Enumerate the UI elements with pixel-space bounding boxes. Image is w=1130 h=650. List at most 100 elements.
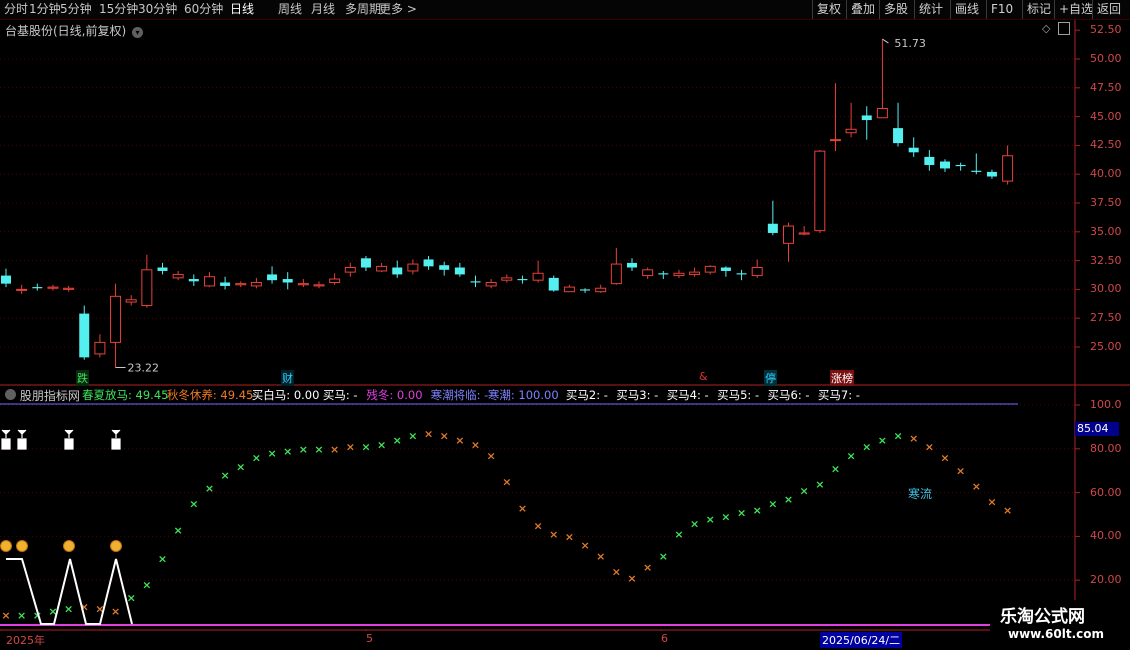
candle-body-up <box>783 225 794 244</box>
indicator-marker: × <box>1003 504 1012 517</box>
candle-body-down <box>157 267 168 271</box>
indicator-marker: × <box>956 465 965 478</box>
candle-body-down <box>79 313 90 358</box>
candle-body-down <box>32 287 43 289</box>
indicator-marker: × <box>674 528 683 541</box>
legend-item-10: 买马5: - <box>717 388 760 402</box>
price-axis-label: 42.50 <box>1090 138 1122 152</box>
candle-body-up <box>610 263 622 285</box>
indicator-marker: × <box>580 539 589 552</box>
legend-item-8: 买马3: - <box>616 388 659 402</box>
candle-body-down <box>282 279 293 283</box>
indicator-marker: × <box>252 452 261 465</box>
indicator-marker: × <box>533 519 542 532</box>
candle-body-up <box>485 281 497 287</box>
money-bag-icon <box>16 540 28 552</box>
price-axis-label: 32.50 <box>1090 253 1122 267</box>
indicator-marker: × <box>612 565 621 578</box>
event-marker-0[interactable]: 跌 <box>76 370 89 386</box>
indicator-marker: × <box>502 476 511 489</box>
site-watermark: 乐淘公式网 www.60lt.com <box>990 600 1130 650</box>
horse-shape <box>64 429 74 450</box>
candle-body-up <box>235 283 247 286</box>
indicator-marker: × <box>549 528 558 541</box>
price-axis-label: 47.50 <box>1090 80 1122 94</box>
price-axis-label: 30.00 <box>1090 282 1122 296</box>
candle-body-down <box>1 275 11 284</box>
date-label-2: 6 <box>661 632 668 645</box>
candle-body-up <box>689 271 701 275</box>
candle-body-up <box>63 287 75 290</box>
candle-body-up <box>845 128 857 134</box>
candle-body-down <box>267 274 278 281</box>
candle-body-up <box>1002 155 1014 182</box>
indicator-marker: × <box>643 561 652 574</box>
indicator-marker: × <box>659 550 668 563</box>
horse-shape <box>111 429 121 450</box>
indicator-marker: × <box>737 506 746 519</box>
indicator-marker: × <box>377 438 386 451</box>
legend-item-7: 买马2: - <box>565 388 608 402</box>
indicator-axis-label: 40.00 <box>1090 529 1122 543</box>
candle-body-up <box>250 281 262 287</box>
high-price-label: 51.73 <box>894 37 926 50</box>
event-marker-2[interactable]: & <box>698 370 709 383</box>
candle-body-down <box>986 171 997 177</box>
chart-canvas: 51.73 23.22 × × × × × × × × × × × × × × × × × × × × × × × × × × × × × ×… <box>0 20 1130 636</box>
indicator-marker: × <box>267 447 276 460</box>
date-axis: 2025年 5 6 2025/06/24/二 <box>0 631 1130 650</box>
indicator-marker: × <box>455 434 464 447</box>
event-marker-4[interactable]: 涨榜 <box>830 370 854 386</box>
candle-body-down <box>548 277 559 291</box>
money-bag-icon <box>110 540 122 552</box>
indicator-menu-icon[interactable] <box>5 389 16 400</box>
price-axis-label: 37.50 <box>1090 196 1122 209</box>
indicator-axis-label: 100.0 <box>1090 398 1122 411</box>
indicator-marker: × <box>815 478 824 491</box>
candle-body-down <box>658 273 669 275</box>
indicator-marker: × <box>283 445 292 458</box>
indicator-marker: × <box>878 434 887 447</box>
indicator-marker: × <box>940 452 949 465</box>
price-axis-label: 52.50 <box>1090 23 1122 37</box>
indicator-marker: × <box>721 511 730 524</box>
indicator-axis-label: 80.00 <box>1090 441 1122 455</box>
horse-icon <box>64 429 74 450</box>
indicator-marker: × <box>158 552 167 565</box>
candle-body-down <box>767 223 778 233</box>
legend-item-9: 买马4: - <box>666 388 709 402</box>
horse-icon <box>17 429 27 450</box>
candle-body-up <box>798 232 810 235</box>
candle-body-down <box>439 265 450 270</box>
indicator-marker: × <box>408 430 417 443</box>
price-axis-label: 25.00 <box>1090 340 1122 353</box>
price-axis-label: 40.00 <box>1090 167 1122 181</box>
candle-body-down <box>517 279 528 281</box>
candle-body-up <box>172 273 184 279</box>
indicator-marker: × <box>596 550 605 563</box>
indicator-marker: × <box>862 441 871 454</box>
event-marker-3[interactable]: 停 <box>764 370 777 386</box>
price-axis-label: 50.00 <box>1090 52 1122 65</box>
indicator-marker: × <box>236 460 245 473</box>
legend-item-5: 寒潮将临: - <box>430 388 489 402</box>
price-axis-label: 45.00 <box>1090 109 1122 123</box>
candle-body-up <box>376 265 388 272</box>
event-marker-1[interactable]: 财 <box>281 370 294 386</box>
indicator-marker: × <box>784 493 793 506</box>
indicator-marker: × <box>487 449 496 462</box>
candle-body-down <box>470 281 481 283</box>
candle-body-up <box>125 299 137 303</box>
indicator-current-value: 85.04 <box>1075 422 1119 436</box>
indicator-marker: × <box>846 449 855 462</box>
candle-body-down <box>893 128 904 144</box>
indicator-marker: × <box>753 504 762 517</box>
indicator-marker: × <box>393 434 402 447</box>
candle-body-down <box>940 161 950 169</box>
indicator-marker: × <box>690 517 699 530</box>
indicator-marker: × <box>189 498 198 511</box>
horse-icon <box>1 429 11 450</box>
candle-body-down <box>220 282 231 286</box>
indicator-marker: × <box>111 605 120 618</box>
date-label-0: 2025年 <box>6 634 45 647</box>
